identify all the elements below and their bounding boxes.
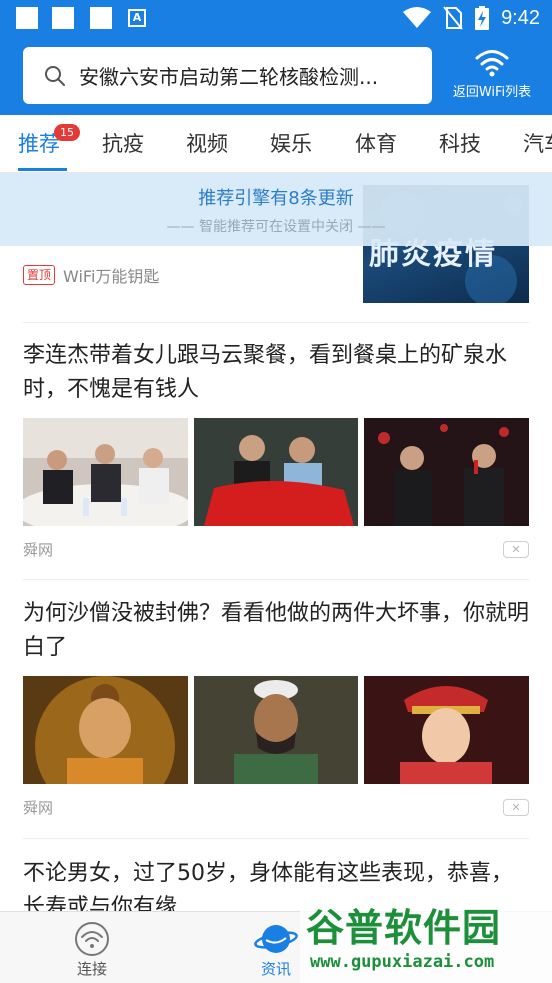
category-tabs: 推荐 15 抗疫 视频 娱乐 体育 科技 汽车: [0, 115, 552, 173]
wifi-back-label: 返回WiFi列表: [452, 85, 532, 100]
article-source: 舜网: [23, 541, 54, 559]
planet-icon: [254, 925, 298, 953]
search-hint-text: 安徽六安市启动第二轮核酸检测...: [79, 65, 379, 89]
dismiss-button[interactable]: ✕: [503, 799, 529, 816]
refresh-title: 推荐引擎有8条更新: [198, 188, 354, 209]
feed-divider: [23, 838, 529, 839]
article-meta: 舜网 ✕: [23, 538, 529, 562]
article-source: 舜网: [23, 799, 54, 817]
feed-divider: [23, 322, 529, 323]
article-title[interactable]: 李连杰带着女儿跟马云聚餐，看到餐桌上的矿泉水时，不愧是有钱人: [23, 339, 529, 407]
tab-video[interactable]: 视频: [186, 115, 228, 172]
article-thumbnail[interactable]: [364, 418, 530, 526]
battery-charging-icon: [475, 6, 490, 30]
article-thumbnails: [23, 676, 530, 784]
search-icon: [45, 65, 65, 86]
wifi-icon: [403, 7, 432, 28]
notification-square-icon: [16, 7, 38, 29]
status-bar: A 9:42: [0, 0, 552, 37]
pinned-article-meta: 置顶 WiFi万能钥匙: [23, 263, 159, 287]
watermark-url: www.gupuxiazai.com: [310, 952, 495, 972]
wifi-list-back-button[interactable]: 返回WiFi列表: [440, 47, 544, 100]
site-watermark: 谷普软件园 www.gupuxiazai.com: [300, 895, 552, 983]
refresh-notice-banner: 推荐引擎有8条更新 —— 智能推荐可在设置中关闭 ——: [0, 173, 552, 246]
watermark-title: 谷普软件园: [306, 906, 502, 950]
tab-auto[interactable]: 汽车: [523, 115, 552, 172]
article-thumbnail[interactable]: [193, 676, 359, 784]
article-thumbnail[interactable]: [23, 676, 188, 784]
wifi-icon: [75, 922, 109, 956]
tab-anti-epidemic[interactable]: 抗疫: [102, 115, 144, 172]
refresh-subtitle: —— 智能推荐可在设置中关闭 ——: [166, 219, 386, 235]
pinned-tag: 置顶: [23, 265, 56, 285]
tab-tech[interactable]: 科技: [439, 115, 481, 172]
top-header: 安徽六安市启动第二轮核酸检测... 返回WiFi列表: [0, 37, 552, 115]
notification-square-icon: [52, 7, 74, 29]
article-card[interactable]: 为何沙僧没被封佛？看看他做的两件大坏事，你就明白了 舜网 ✕: [23, 597, 530, 820]
active-tab-indicator: [18, 168, 67, 171]
tab-badge-count: 15: [54, 124, 80, 141]
search-bar[interactable]: 安徽六安市启动第二轮核酸检测...: [23, 47, 432, 104]
tab-entertainment[interactable]: 娱乐: [270, 115, 312, 172]
status-time: 9:42: [501, 6, 540, 29]
notification-square-icon: [90, 7, 112, 29]
article-thumbnail[interactable]: [193, 418, 359, 526]
article-thumbnail[interactable]: [23, 418, 188, 526]
news-feed[interactable]: 肺炎疫情 置顶 WiFi万能钥匙 推荐引擎有8条更新 —— 智能推荐可在设置中关…: [0, 173, 552, 911]
article-title[interactable]: 为何沙僧没被封佛？看看他做的两件大坏事，你就明白了: [23, 597, 529, 665]
dismiss-button[interactable]: ✕: [503, 541, 529, 558]
pinned-source: WiFi万能钥匙: [63, 267, 160, 286]
nav-connect-label: 连接: [76, 960, 107, 978]
article-thumbnails: [23, 418, 530, 526]
nav-connect[interactable]: 连接: [42, 912, 142, 983]
no-sim-icon: [443, 6, 463, 30]
article-card[interactable]: 李连杰带着女儿跟马云聚餐，看到餐桌上的矿泉水时，不愧是有钱人 舜网 ✕: [23, 339, 530, 562]
a-box-icon: A: [128, 9, 146, 27]
tab-sports[interactable]: 体育: [355, 115, 397, 172]
article-thumbnail[interactable]: [364, 676, 530, 784]
tab-recommend[interactable]: 推荐: [18, 115, 60, 172]
feed-divider: [23, 579, 529, 580]
wifi-icon: [475, 50, 509, 77]
article-meta: 舜网 ✕: [23, 796, 529, 820]
